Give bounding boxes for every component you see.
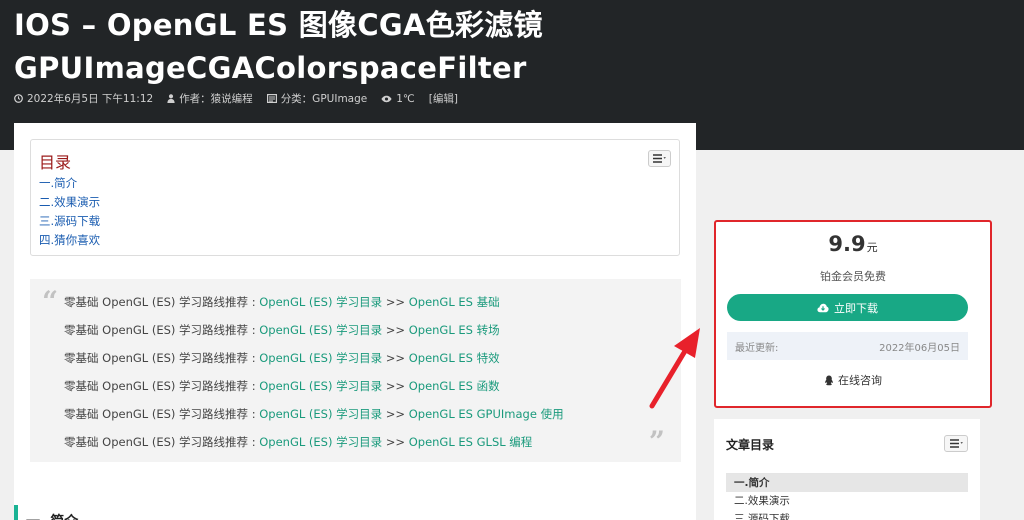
quote-prefix: 零基础 OpenGL (ES) 学习路线推荐 : [64,351,260,365]
quote-separator: >> [382,379,409,393]
quote-line: 零基础 OpenGL (ES) 学习路线推荐 : OpenGL (ES) 学习目… [64,372,564,400]
catalog-link[interactable]: OpenGL (ES) 学习目录 [259,435,382,449]
download-button-label: 立即下载 [834,301,878,315]
quote-line: 零基础 OpenGL (ES) 学习路线推荐 : OpenGL (ES) 学习目… [64,288,564,316]
eye-icon [381,95,392,102]
sidebar-toc-item[interactable]: 二.效果演示 [726,492,968,510]
meta-category-text: 分类：GPUImage [280,93,368,105]
meta-views-text: 1℃ [396,92,415,105]
online-consult-link[interactable]: 在线咨询 [716,372,990,388]
catalog-link[interactable]: OpenGL (ES) 学习目录 [259,379,382,393]
learning-path-quote: “ 零基础 OpenGL (ES) 学习路线推荐 : OpenGL (ES) 学… [30,279,681,462]
updated-value: 2022年06月05日 [879,342,960,354]
quote-prefix: 零基础 OpenGL (ES) 学习路线推荐 : [64,435,260,449]
topic-link[interactable]: OpenGL ES 特效 [409,351,500,365]
topic-link[interactable]: OpenGL ES GPUImage 使用 [409,407,564,421]
download-card: 9.9元 铂金会员免费 立即下载 最近更新: 2022年06月05日 在线咨询 [714,220,992,408]
price-unit: 元 [866,241,878,254]
vip-note: 铂金会员免费 [820,270,886,283]
table-of-contents: 目录 一.简介 二.效果演示 三.源码下载 四.猜你喜欢 [30,139,680,256]
topic-link[interactable]: OpenGL ES GLSL 编程 [409,435,533,449]
topic-link[interactable]: OpenGL ES 转场 [409,323,500,337]
qq-icon [825,374,833,385]
quote-close-mark: ” [648,425,665,458]
quote-lines: 零基础 OpenGL (ES) 学习路线推荐 : OpenGL (ES) 学习目… [64,288,564,456]
quote-separator: >> [382,351,409,365]
sidebar-article-toc: 文章目录 一.简介 二.效果演示 三.源码下载 [714,419,980,520]
quote-line: 零基础 OpenGL (ES) 学习路线推荐 : OpenGL (ES) 学习目… [64,316,564,344]
user-icon [167,94,175,103]
category-icon [266,94,277,103]
toc-item[interactable]: 二.效果演示 [39,193,100,212]
quote-prefix: 零基础 OpenGL (ES) 学习路线推荐 : [64,323,260,337]
quote-prefix: 零基础 OpenGL (ES) 学习路线推荐 : [64,379,260,393]
catalog-link[interactable]: OpenGL (ES) 学习目录 [259,295,382,309]
quote-line: 零基础 OpenGL (ES) 学习路线推荐 : OpenGL (ES) 学习目… [64,428,564,456]
cloud-download-icon [817,303,829,312]
article-meta: 2022年6月5日 下午11:12 作者：猿说编程 分类：GPUImage 1℃… [14,91,458,106]
meta-author-text: 作者：猿说编程 [179,93,253,105]
sidebar-toc-item[interactable]: 三.源码下载 [726,510,968,520]
download-button[interactable]: 立即下载 [727,294,968,321]
catalog-link[interactable]: OpenGL (ES) 学习目录 [259,323,382,337]
quote-prefix: 零基础 OpenGL (ES) 学习路线推荐 : [64,407,260,421]
quote-separator: >> [382,323,409,337]
quote-separator: >> [382,407,409,421]
sidebar-toc-item[interactable]: 一.简介 [726,474,968,492]
meta-author[interactable]: 作者：猿说编程 [167,91,253,106]
title-line-2: GPUImageCGAColorspaceFilter [14,51,527,85]
topic-link[interactable]: OpenGL ES 基础 [409,295,500,309]
red-annotation-arrow-icon [649,328,700,409]
clock-icon [14,94,23,103]
price-value: 9.9 [828,232,866,256]
list-toggle-icon [653,154,666,163]
toc-toggle-button[interactable] [648,150,671,167]
price: 9.9元 [716,232,990,256]
toc-item[interactable]: 三.源码下载 [39,212,100,231]
meta-category[interactable]: 分类：GPUImage [266,91,368,106]
edit-link[interactable]: [编辑] [429,91,458,106]
toc-title: 目录 [39,153,72,172]
list-toggle-icon [949,439,963,448]
sidebar-toc-toggle-button[interactable] [944,435,968,452]
meta-date-text: 2022年6月5日 下午11:12 [27,93,154,105]
toc-item[interactable]: 四.猜你喜欢 [39,231,100,250]
quote-separator: >> [382,435,409,449]
topic-link[interactable]: OpenGL ES 函数 [409,379,500,393]
quote-line: 零基础 OpenGL (ES) 学习路线推荐 : OpenGL (ES) 学习目… [64,400,564,428]
sidebar-toc-title: 文章目录 [726,438,775,452]
quote-prefix: 零基础 OpenGL (ES) 学习路线推荐 : [64,295,260,309]
toc-list: 一.简介 二.效果演示 三.源码下载 四.猜你喜欢 [39,174,100,250]
updated-label: 最近更新: [735,342,779,354]
consult-label: 在线咨询 [838,374,882,387]
article-body: 目录 一.简介 二.效果演示 三.源码下载 四.猜你喜欢 “ 零基础 OpenG… [14,123,696,520]
quote-separator: >> [382,295,409,309]
page-title: IOS – OpenGL ES 图像CGA色彩滤镜 GPUImageCGACol… [14,4,1014,90]
meta-views: 1℃ [381,92,415,105]
catalog-link[interactable]: OpenGL (ES) 学习目录 [259,351,382,365]
sidebar-toc-list: 一.简介 二.效果演示 三.源码下载 [726,473,968,520]
toc-item[interactable]: 一.简介 [39,174,100,193]
quote-line: 零基础 OpenGL (ES) 学习路线推荐 : OpenGL (ES) 学习目… [64,344,564,372]
quote-open-mark: “ [42,285,59,318]
title-line-1: IOS – OpenGL ES 图像CGA色彩滤镜 [14,8,543,42]
catalog-link[interactable]: OpenGL (ES) 学习目录 [259,407,382,421]
section-heading: 一. 简介 [14,505,78,520]
meta-date: 2022年6月5日 下午11:12 [14,91,153,106]
last-updated: 最近更新: 2022年06月05日 [727,332,968,360]
